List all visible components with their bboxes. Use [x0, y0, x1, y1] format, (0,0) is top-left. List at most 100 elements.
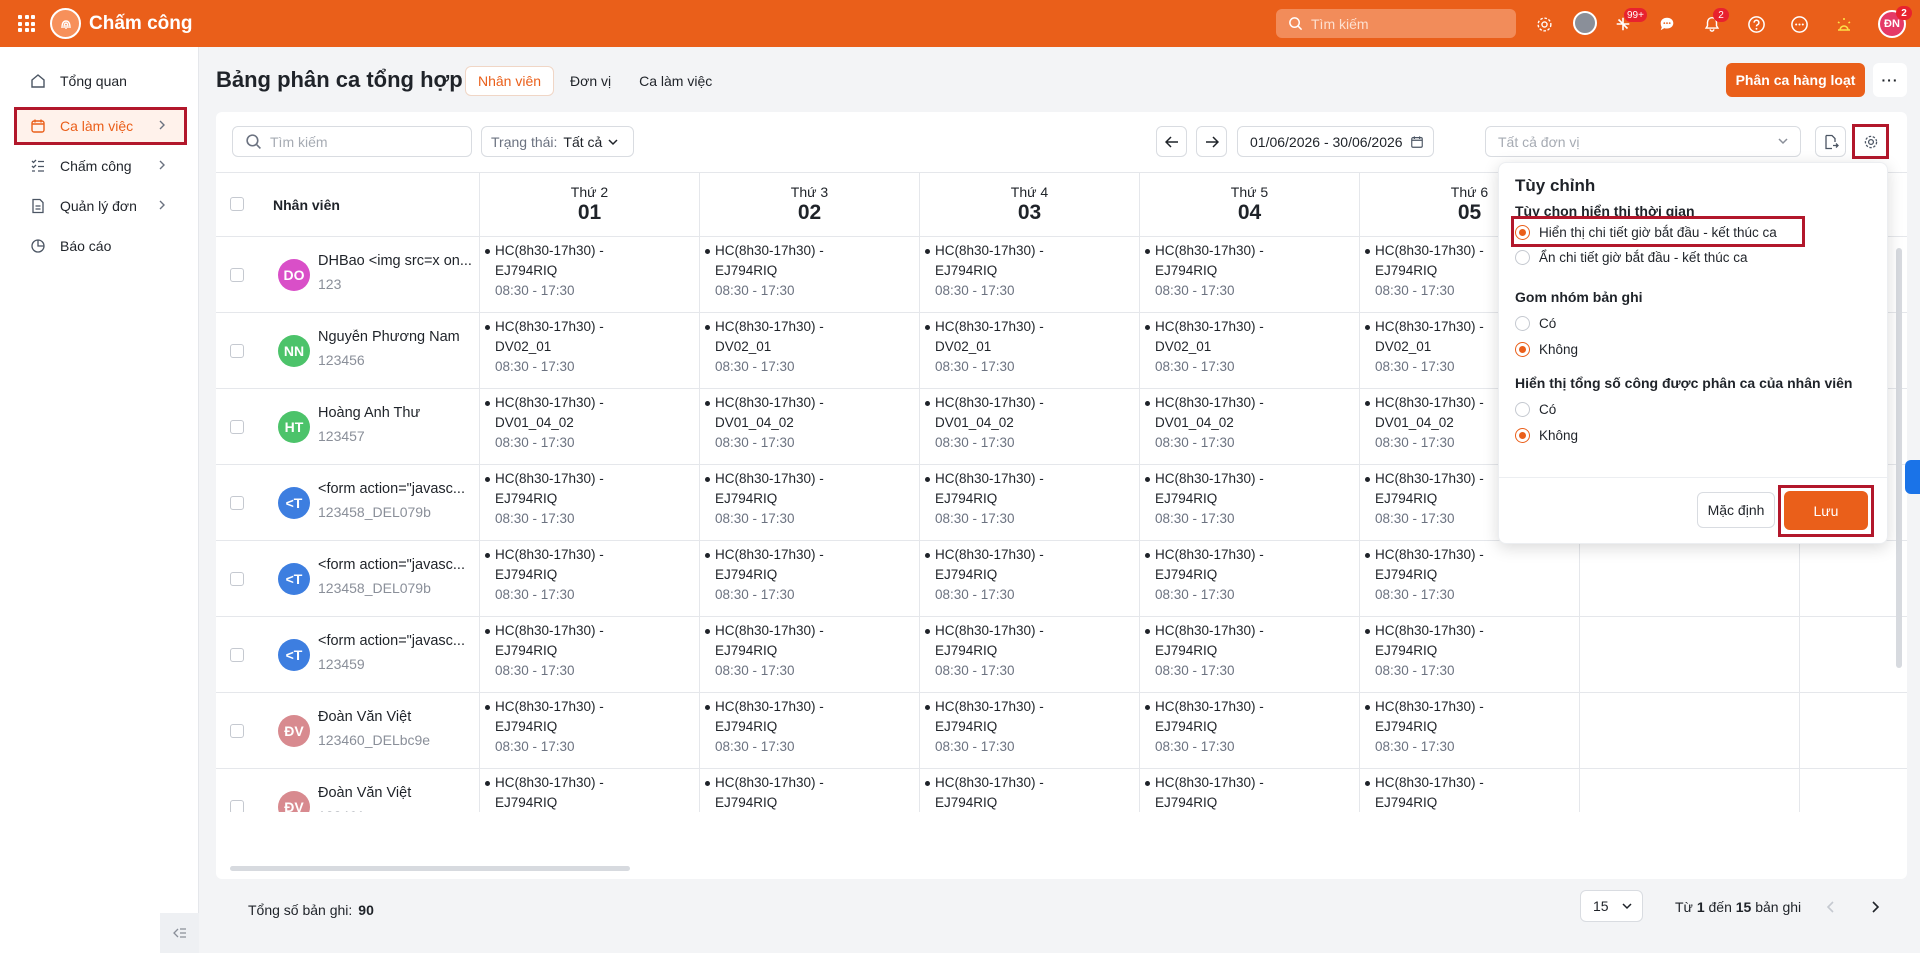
export-button[interactable]: [1815, 126, 1846, 157]
tab-shifts[interactable]: Ca làm việc: [627, 66, 724, 96]
chat-icon[interactable]: [1656, 13, 1678, 35]
status-filter[interactable]: Trạng thái: Tất cả: [481, 126, 634, 157]
sidebar-item-overview[interactable]: Tổng quan: [16, 64, 185, 98]
shift-cell[interactable]: HC(8h30-17h30) -EJ794RIQ08:30 - 17:30: [480, 769, 700, 812]
show-time-detail-radio[interactable]: Hiển thị chi tiết giờ bắt đầu - kết thúc…: [1515, 225, 1777, 240]
table-search-input[interactable]: Tìm kiếm: [232, 126, 472, 157]
tab-employees[interactable]: Nhân viên: [465, 66, 555, 96]
row-checkbox[interactable]: [230, 496, 244, 510]
employee-name[interactable]: <form action="javasc...: [318, 481, 478, 497]
shift-cell[interactable]: HC(8h30-17h30) -EJ794RIQ08:30 - 17:30: [1140, 237, 1360, 313]
shift-cell[interactable]: HC(8h30-17h30) -EJ794RIQ08:30 - 17:30: [700, 237, 920, 313]
sun-icon[interactable]: [1833, 13, 1855, 35]
next-page-button[interactable]: [1865, 897, 1885, 917]
show-total-yes-radio[interactable]: Có: [1515, 402, 1556, 417]
shift-cell[interactable]: HC(8h30-17h30) - DV01_04_02 08:30 - 17:30: [700, 389, 920, 465]
app-grid-icon[interactable]: [18, 15, 35, 32]
employee-name[interactable]: Hoàng Anh Thư: [318, 405, 478, 421]
shift-cell[interactable]: HC(8h30-17h30) - DV02_01 08:30 - 17:30: [480, 313, 700, 389]
employee-name[interactable]: <form action="javasc...: [318, 557, 478, 573]
tab-units[interactable]: Đơn vị: [558, 66, 623, 96]
table-row[interactable]: <T <form action="javasc... 123458_DEL079b H…: [216, 541, 1907, 617]
shift-cell[interactable]: HC(8h30-17h30) - DV01_04_02 08:30 - 17:30: [920, 389, 1140, 465]
group-records-no-radio[interactable]: Không: [1515, 342, 1578, 357]
empty-shift-cell[interactable]: [1800, 769, 1907, 812]
shift-cell[interactable]: HC(8h30-17h30) -EJ794RIQ08:30 - 17:30: [1140, 465, 1360, 541]
select-all-checkbox[interactable]: [230, 197, 244, 211]
hide-time-detail-radio[interactable]: Ẩn chi tiết giờ bắt đầu - kết thúc ca: [1515, 250, 1747, 265]
employee-name[interactable]: Nguyễn Phương Nam: [318, 329, 478, 345]
empty-shift-cell[interactable]: [1800, 541, 1907, 617]
sidebar-item-shifts[interactable]: Ca làm việc: [14, 107, 187, 145]
unit-select[interactable]: Tất cả đơn vị: [1485, 126, 1801, 157]
employee-name[interactable]: <form action="javasc...: [318, 633, 478, 649]
employee-name[interactable]: Đoàn Văn Việt: [318, 709, 478, 725]
row-checkbox[interactable]: [230, 268, 244, 282]
empty-shift-cell[interactable]: [1580, 693, 1800, 769]
show-total-no-radio[interactable]: Không: [1515, 428, 1578, 443]
shift-cell[interactable]: HC(8h30-17h30) -EJ794RIQ08:30 - 17:30: [1360, 541, 1580, 617]
table-settings-button[interactable]: [1852, 124, 1889, 159]
shift-cell[interactable]: HC(8h30-17h30) -EJ794RIQ08:30 - 17:30: [1360, 769, 1580, 812]
table-row[interactable]: ĐV Đoàn Văn Việt 123460_DELbc9e HC(8h30-17h…: [216, 693, 1907, 769]
empty-shift-cell[interactable]: [1580, 541, 1800, 617]
shift-cell[interactable]: HC(8h30-17h30) -EJ794RIQ08:30 - 17:30: [920, 465, 1140, 541]
apps-icon[interactable]: 99+: [1612, 8, 1647, 35]
employee-name[interactable]: Đoàn Văn Việt: [318, 785, 478, 801]
row-checkbox[interactable]: [230, 420, 244, 434]
more-options-button[interactable]: ···: [1873, 63, 1907, 97]
shift-cell[interactable]: HC(8h30-17h30) -EJ794RIQ08:30 - 17:30: [480, 541, 700, 617]
shift-cell[interactable]: HC(8h30-17h30) -EJ794RIQ08:30 - 17:30: [1360, 693, 1580, 769]
shift-cell[interactable]: HC(8h30-17h30) -EJ794RIQ08:30 - 17:30: [1140, 693, 1360, 769]
shift-cell[interactable]: HC(8h30-17h30) -EJ794RIQ08:30 - 17:30: [1140, 769, 1360, 812]
shift-cell[interactable]: HC(8h30-17h30) -EJ794RIQ08:30 - 17:30: [920, 617, 1140, 693]
shift-cell[interactable]: HC(8h30-17h30) -EJ794RIQ08:30 - 17:30: [700, 693, 920, 769]
shift-cell[interactable]: HC(8h30-17h30) -EJ794RIQ08:30 - 17:30: [480, 693, 700, 769]
reset-default-button[interactable]: Mặc định: [1697, 492, 1775, 528]
global-search-input[interactable]: Tìm kiếm: [1276, 9, 1516, 38]
row-checkbox[interactable]: [230, 572, 244, 586]
gear-icon[interactable]: [1533, 13, 1555, 35]
row-checkbox[interactable]: [230, 648, 244, 662]
more-circle-icon[interactable]: [1788, 13, 1810, 35]
prev-page-button[interactable]: [1821, 897, 1841, 917]
sidebar-item-requests[interactable]: Quản lý đơn: [16, 189, 185, 223]
next-period-button[interactable]: [1196, 126, 1227, 157]
shift-cell[interactable]: HC(8h30-17h30) - DV01_04_02 08:30 - 17:30: [1140, 389, 1360, 465]
shift-cell[interactable]: HC(8h30-17h30) -EJ794RIQ08:30 - 17:30: [700, 465, 920, 541]
shift-cell[interactable]: HC(8h30-17h30) -EJ794RIQ08:30 - 17:30: [700, 769, 920, 812]
shift-cell[interactable]: HC(8h30-17h30) -EJ794RIQ08:30 - 17:30: [920, 769, 1140, 812]
help-icon[interactable]: [1745, 13, 1767, 35]
shift-cell[interactable]: HC(8h30-17h30) - DV02_01 08:30 - 17:30: [920, 313, 1140, 389]
collapse-sidebar-icon[interactable]: [160, 913, 199, 953]
bell-icon[interactable]: 2: [1701, 8, 1729, 35]
shift-cell[interactable]: HC(8h30-17h30) -EJ794RIQ08:30 - 17:30: [480, 617, 700, 693]
bulk-assign-button[interactable]: Phân ca hàng loạt: [1726, 63, 1865, 97]
prev-period-button[interactable]: [1156, 126, 1187, 157]
shift-cell[interactable]: HC(8h30-17h30) -EJ794RIQ08:30 - 17:30: [1140, 617, 1360, 693]
shift-cell[interactable]: HC(8h30-17h30) -EJ794RIQ08:30 - 17:30: [1360, 617, 1580, 693]
sidebar-item-reports[interactable]: Báo cáo: [16, 229, 185, 263]
empty-shift-cell[interactable]: [1580, 769, 1800, 812]
sidebar-item-attendance[interactable]: Chấm công: [16, 149, 185, 183]
page-size-select[interactable]: 15: [1580, 890, 1643, 922]
save-button[interactable]: Lưu: [1784, 491, 1868, 530]
side-drawer-tab[interactable]: [1905, 460, 1920, 494]
shift-cell[interactable]: HC(8h30-17h30) -EJ794RIQ08:30 - 17:30: [1140, 541, 1360, 617]
table-row[interactable]: <T <form action="javasc... 123459 HC(8h30-1…: [216, 617, 1907, 693]
employee-name[interactable]: DHBao <img src=x on...: [318, 253, 478, 269]
shift-cell[interactable]: HC(8h30-17h30) -EJ794RIQ08:30 - 17:30: [700, 541, 920, 617]
shift-cell[interactable]: HC(8h30-17h30) -EJ794RIQ08:30 - 17:30: [920, 693, 1140, 769]
empty-shift-cell[interactable]: [1800, 617, 1907, 693]
shift-cell[interactable]: HC(8h30-17h30) - DV01_04_02 08:30 - 17:30: [480, 389, 700, 465]
shift-cell[interactable]: HC(8h30-17h30) -EJ794RIQ08:30 - 17:30: [700, 617, 920, 693]
empty-shift-cell[interactable]: [1580, 617, 1800, 693]
shift-cell[interactable]: HC(8h30-17h30) -EJ794RIQ08:30 - 17:30: [920, 237, 1140, 313]
shift-cell[interactable]: HC(8h30-17h30) - DV02_01 08:30 - 17:30: [1140, 313, 1360, 389]
user-avatar-icon[interactable]: [1573, 11, 1597, 35]
vertical-scrollbar[interactable]: [1896, 248, 1902, 668]
shift-cell[interactable]: HC(8h30-17h30) -EJ794RIQ08:30 - 17:30: [480, 465, 700, 541]
empty-shift-cell[interactable]: [1800, 693, 1907, 769]
row-checkbox[interactable]: [230, 724, 244, 738]
horizontal-scrollbar[interactable]: [230, 866, 630, 871]
